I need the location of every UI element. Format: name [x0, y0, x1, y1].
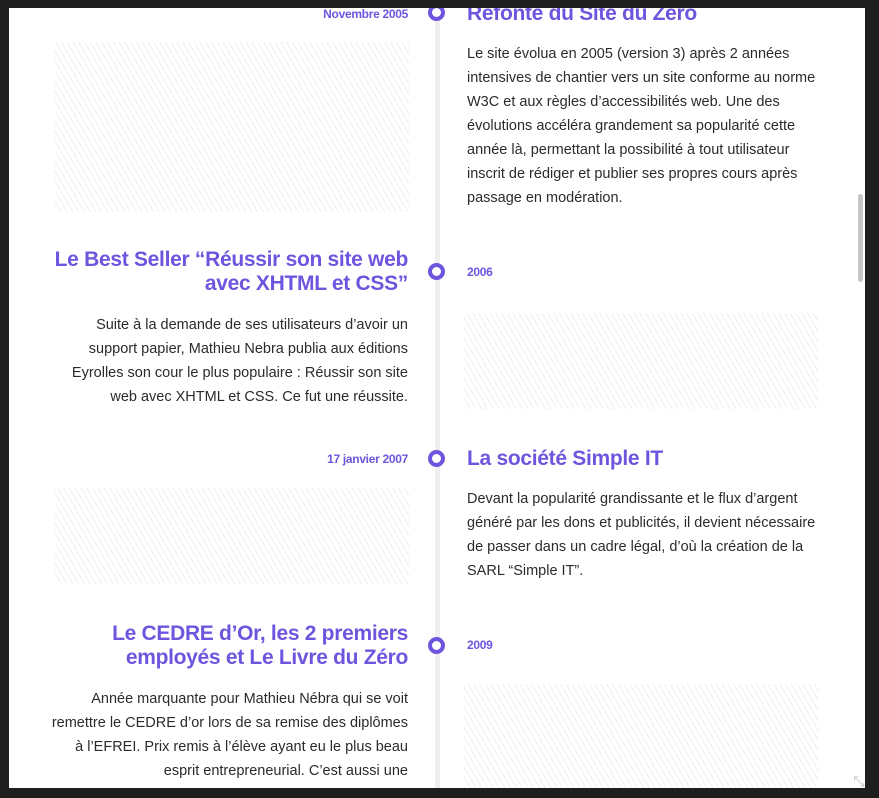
event-date: 17 janvier 2007	[327, 452, 408, 466]
event-image-placeholder	[464, 684, 818, 788]
event-title: Le CEDRE d’Or, les 2 premiers employés e…	[112, 622, 408, 669]
event-body: Année marquante pour Mathieu Nébra qui s…	[51, 691, 408, 779]
event-body: Le site évolua en 2005 (version 3) après…	[467, 46, 816, 206]
timeline-dot	[428, 263, 445, 280]
event-image-placeholder	[464, 313, 818, 409]
timeline-dot	[428, 450, 445, 467]
event-title: Le Best Seller “Réussir son site web ave…	[54, 248, 409, 295]
event-title: La société Simple IT	[467, 447, 663, 470]
event-body: Suite à la demande de ses utilisateurs d…	[71, 317, 408, 405]
scrollbar-thumb[interactable]	[858, 194, 863, 282]
event-date: 2006	[467, 265, 493, 279]
timeline-line	[435, 8, 440, 788]
timeline-page: Novembre 2005 Refonte du Site du Zéro Le…	[9, 8, 864, 788]
event-date: 2009	[467, 638, 493, 652]
vertical-scrollbar[interactable]	[855, 8, 865, 788]
event-image-placeholder	[55, 488, 409, 584]
window-bottom-edge	[0, 788, 879, 798]
event-title: Refonte du Site du Zéro	[467, 8, 697, 25]
resize-handle-icon[interactable]: ⤡	[850, 772, 868, 790]
timeline-dot	[428, 637, 445, 654]
event-body: Devant la popularité grandissante et le …	[467, 491, 816, 579]
event-date: Novembre 2005	[323, 8, 408, 21]
event-image-placeholder	[55, 42, 409, 212]
timeline-dot	[428, 8, 445, 21]
